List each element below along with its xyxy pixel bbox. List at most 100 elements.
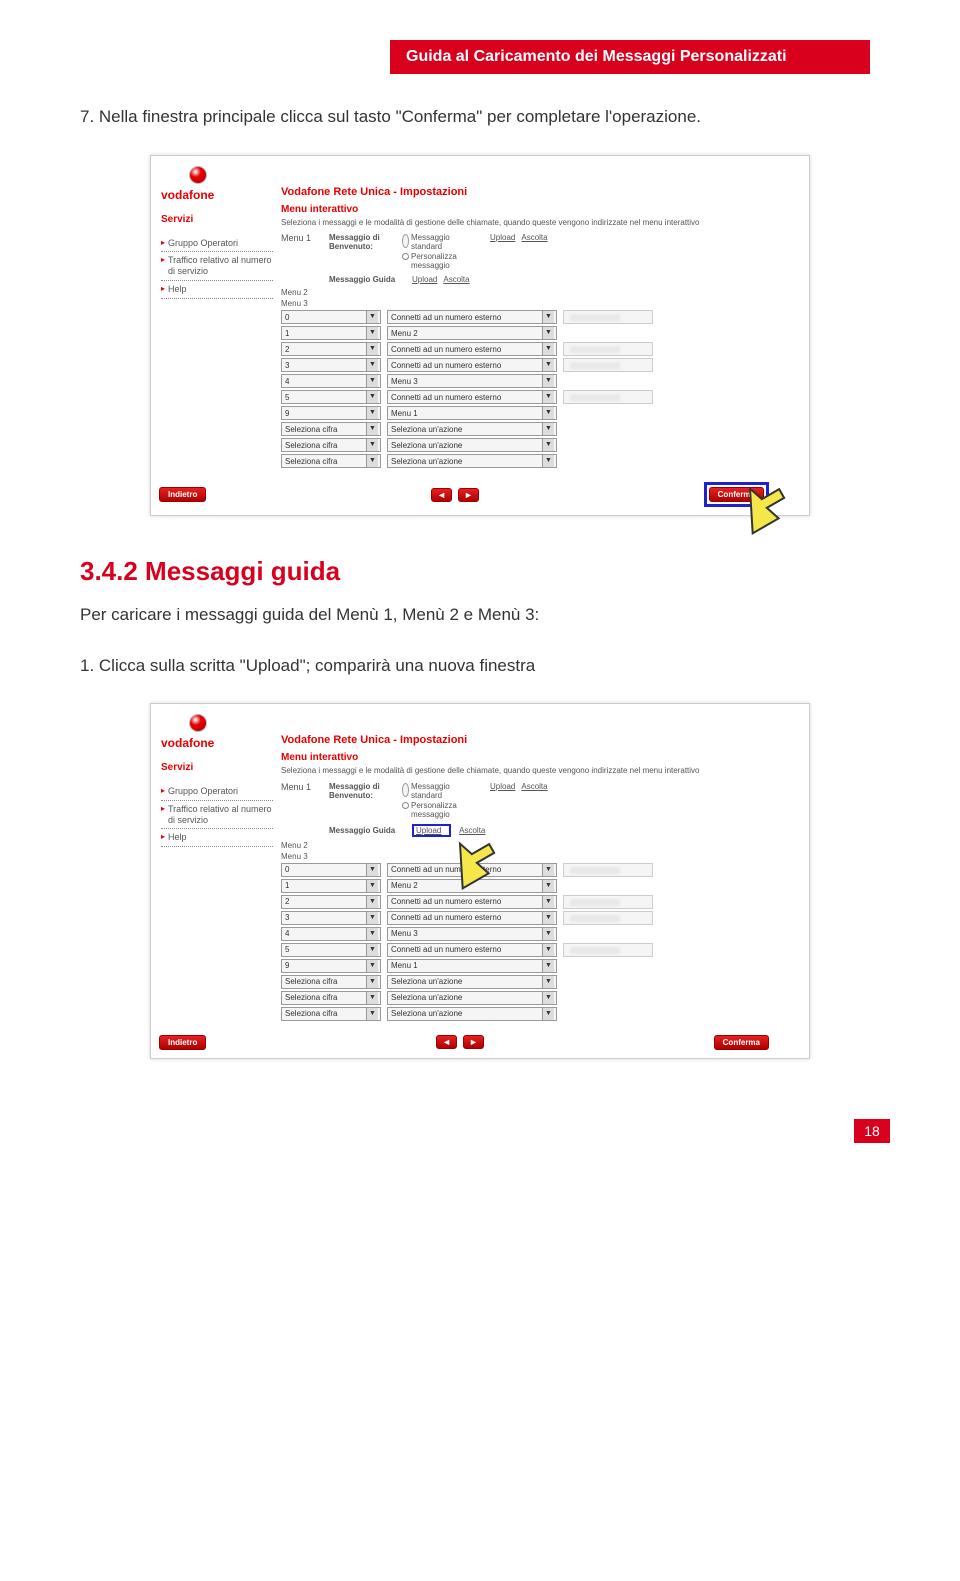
external-number[interactable]	[563, 895, 653, 909]
action-select[interactable]: Connetti ad un numero esterno▼	[387, 342, 557, 356]
digit-select[interactable]: 9▼	[281, 959, 381, 973]
table-row: 2▼ Connetti ad un numero esterno▼	[281, 342, 791, 356]
external-number[interactable]	[563, 943, 653, 957]
conferma-button[interactable]: Conferma	[714, 1035, 769, 1050]
upload-link[interactable]: Upload	[416, 826, 441, 835]
external-number[interactable]	[563, 358, 653, 372]
table-row: 3▼ Connetti ad un numero esterno▼	[281, 358, 791, 372]
table-row: 1▼Menu 2▼	[281, 879, 791, 893]
action-select[interactable]: Seleziona un'azione▼	[387, 422, 557, 436]
table-row: Seleziona cifra▼ Seleziona un'azione▼	[281, 975, 791, 989]
table-row: Seleziona cifra▼ Seleziona un'azione▼	[281, 454, 791, 468]
radio-personalizza[interactable]: Personalizza messaggio	[402, 801, 482, 819]
app-description: Seleziona i messaggi e le modalità di ge…	[281, 766, 799, 776]
indietro-button[interactable]: Indietro	[159, 1035, 206, 1050]
app-subtitle: Menu interattivo	[281, 752, 799, 763]
next-button[interactable]: ►	[463, 1035, 484, 1049]
action-select[interactable]: Menu 3▼	[387, 927, 557, 941]
guida-label: Messaggio Guida	[329, 275, 404, 284]
menu2-label: Menu 2	[281, 841, 799, 850]
digit-select[interactable]: Seleziona cifra▼	[281, 1007, 381, 1021]
digit-select[interactable]: 0▼	[281, 863, 381, 877]
step-1b-text: 1. Clicca sulla scritta "Upload"; compar…	[80, 653, 880, 679]
digit-select[interactable]: Seleziona cifra▼	[281, 991, 381, 1005]
digit-select[interactable]: 5▼	[281, 390, 381, 404]
action-select[interactable]: Menu 3▼	[387, 374, 557, 388]
external-number[interactable]	[563, 310, 653, 324]
digit-select[interactable]: 1▼	[281, 879, 381, 893]
digit-select[interactable]: 3▼	[281, 358, 381, 372]
digit-select[interactable]: 4▼	[281, 374, 381, 388]
action-select[interactable]: Seleziona un'azione▼	[387, 438, 557, 452]
digit-select[interactable]: 1▼	[281, 326, 381, 340]
step-7-text: 7. Nella finestra principale clicca sul …	[80, 104, 880, 130]
page-number: 18	[854, 1119, 890, 1143]
sidebar-item-help[interactable]: Help	[161, 829, 273, 847]
table-row: 3▼ Connetti ad un numero esterno▼	[281, 911, 791, 925]
screenshot-2: vodafone Servizi Gruppo Operatori Traffi…	[150, 703, 810, 1059]
digit-select[interactable]: Seleziona cifra▼	[281, 422, 381, 436]
vodafone-logo: vodafone	[161, 714, 251, 752]
action-select[interactable]: Seleziona un'azione▼	[387, 975, 557, 989]
vodafone-logo: vodafone	[161, 166, 251, 204]
action-select[interactable]: Connetti ad un numero esterno▼	[387, 943, 557, 957]
table-row: 0▼Connetti ad un numero esterno▼	[281, 863, 791, 877]
action-select[interactable]: Connetti ad un numero esterno▼	[387, 310, 557, 324]
action-select[interactable]: Menu 1▼	[387, 959, 557, 973]
guida-links[interactable]: UploadAscolta	[412, 275, 476, 284]
action-select[interactable]: Seleziona un'azione▼	[387, 454, 557, 468]
external-number[interactable]	[563, 342, 653, 356]
sidebar-item-gruppo[interactable]: Gruppo Operatori	[161, 783, 273, 801]
menu1-label: Menu 1	[281, 233, 321, 243]
digit-select[interactable]: 5▼	[281, 943, 381, 957]
table-row: 4▼ Menu 3▼	[281, 927, 791, 941]
digit-select[interactable]: 3▼	[281, 911, 381, 925]
action-select[interactable]: Connetti ad un numero esterno▼	[387, 911, 557, 925]
radio-standard[interactable]: Messaggio standard	[402, 782, 482, 800]
digit-select[interactable]: Seleziona cifra▼	[281, 975, 381, 989]
table-row: Seleziona cifra▼ Seleziona un'azione▼	[281, 438, 791, 452]
action-select[interactable]: Menu 1▼	[387, 406, 557, 420]
table-row: Seleziona cifra▼ Seleziona un'azione▼	[281, 991, 791, 1005]
digit-select[interactable]: 2▼	[281, 895, 381, 909]
benv-links[interactable]: UploadAscolta	[490, 782, 554, 791]
benvenuto-label: Messaggio di Benvenuto:	[329, 782, 394, 800]
prev-button[interactable]: ◄	[436, 1035, 457, 1049]
menu2-label: Menu 2	[281, 288, 799, 297]
digit-select[interactable]: Seleziona cifra▼	[281, 438, 381, 452]
action-select[interactable]: Connetti ad un numero esterno▼	[387, 390, 557, 404]
next-button[interactable]: ►	[458, 488, 479, 502]
external-number[interactable]	[563, 390, 653, 404]
action-select[interactable]: Menu 2▼	[387, 326, 557, 340]
radio-standard[interactable]: Messaggio standard	[402, 233, 482, 251]
digit-select[interactable]: 4▼	[281, 927, 381, 941]
action-select[interactable]: Seleziona un'azione▼	[387, 991, 557, 1005]
digit-table: 0▼Connetti ad un numero esterno▼1▼Menu 2…	[281, 863, 799, 1021]
benv-links[interactable]: UploadAscolta	[490, 233, 554, 242]
table-row: 1▼ Menu 2▼	[281, 326, 791, 340]
table-row: 9▼ Menu 1▼	[281, 959, 791, 973]
sidebar-item-gruppo[interactable]: Gruppo Operatori	[161, 235, 273, 253]
digit-select[interactable]: 2▼	[281, 342, 381, 356]
digit-select[interactable]: Seleziona cifra▼	[281, 454, 381, 468]
action-select[interactable]: Seleziona un'azione▼	[387, 1007, 557, 1021]
indietro-button[interactable]: Indietro	[159, 487, 206, 502]
doc-header: Guida al Caricamento dei Messaggi Person…	[390, 40, 870, 74]
action-select[interactable]: Connetti ad un numero esterno▼	[387, 895, 557, 909]
app-title: Vodafone Rete Unica - Impostazioni	[281, 734, 799, 746]
digit-select[interactable]: 0▼	[281, 310, 381, 324]
action-select[interactable]: Connetti ad un numero esterno▼	[387, 358, 557, 372]
sidebar-item-help[interactable]: Help	[161, 281, 273, 299]
servizi-heading: Servizi	[161, 762, 273, 773]
external-number[interactable]	[563, 863, 653, 877]
prev-button[interactable]: ◄	[431, 488, 452, 502]
table-row: 5▼ Connetti ad un numero esterno▼	[281, 390, 791, 404]
radio-personalizza[interactable]: Personalizza messaggio	[402, 252, 482, 270]
external-number[interactable]	[563, 911, 653, 925]
cursor-icon	[730, 476, 790, 536]
sidebar-item-traffico[interactable]: Traffico relativo al numero di servizio	[161, 252, 273, 281]
table-row: 5▼ Connetti ad un numero esterno▼	[281, 943, 791, 957]
guida-label: Messaggio Guida	[329, 826, 404, 835]
digit-select[interactable]: 9▼	[281, 406, 381, 420]
sidebar-item-traffico[interactable]: Traffico relativo al numero di servizio	[161, 801, 273, 830]
